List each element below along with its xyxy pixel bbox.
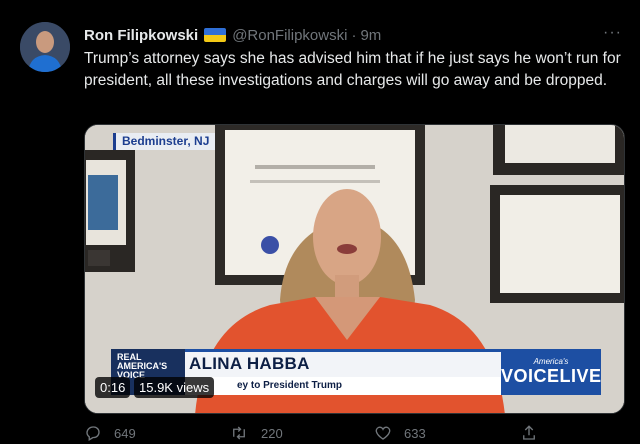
author-handle[interactable]: @RonFilipkowski — [232, 27, 347, 44]
tweet[interactable]: Ron Filipkowski @RonFilipkowski · 9m ···… — [0, 0, 640, 444]
video-views-badge: 15.9K views — [134, 377, 215, 398]
network-logo-tagline: America's — [533, 357, 569, 366]
location-tag: Bedminster, NJ — [113, 133, 216, 150]
video-timestamp-badge: 0:16 — [95, 377, 131, 398]
heart-icon — [375, 426, 391, 440]
retweet-arrows-icon — [233, 426, 245, 440]
tweet-actions: 649 220 633 — [84, 424, 554, 444]
like-count: 633 — [404, 425, 426, 441]
tweet-timestamp[interactable]: 9m — [360, 27, 381, 44]
reply-button[interactable]: 649 — [84, 424, 136, 442]
share-button[interactable] — [520, 424, 550, 442]
retweet-button[interactable]: 220 — [229, 424, 283, 442]
tweet-text: Trump’s attorney says she has advised hi… — [84, 50, 621, 89]
separator-dot: · — [351, 26, 357, 44]
network-logo-wordmark: VOICELIVE — [501, 366, 602, 386]
video-player[interactable]: Bedminster, NJ REAL AMERICA'S VOICE ALIN… — [84, 124, 625, 414]
author-name[interactable]: Ron Filipkowski — [84, 27, 198, 44]
guest-title-bar: ey to President Trump — [185, 377, 501, 395]
guest-name: ALINA HABBA — [189, 354, 310, 373]
tweet-header: Ron Filipkowski @RonFilipkowski · 9m — [84, 24, 620, 46]
guest-name-bar: ALINA HABBA — [185, 349, 501, 377]
retweet-count: 220 — [261, 425, 283, 441]
guest-title: ey to President Trump — [237, 380, 343, 391]
avatar[interactable] — [20, 22, 70, 72]
like-button[interactable]: 633 — [374, 424, 426, 442]
share-upload-icon — [523, 425, 535, 440]
more-options-icon[interactable]: ··· — [603, 24, 622, 42]
ukraine-flag-icon — [204, 28, 227, 42]
reply-count: 649 — [114, 425, 136, 441]
speech-bubble-icon — [86, 426, 100, 441]
network-logo: America's VOICELIVE — [501, 349, 601, 395]
